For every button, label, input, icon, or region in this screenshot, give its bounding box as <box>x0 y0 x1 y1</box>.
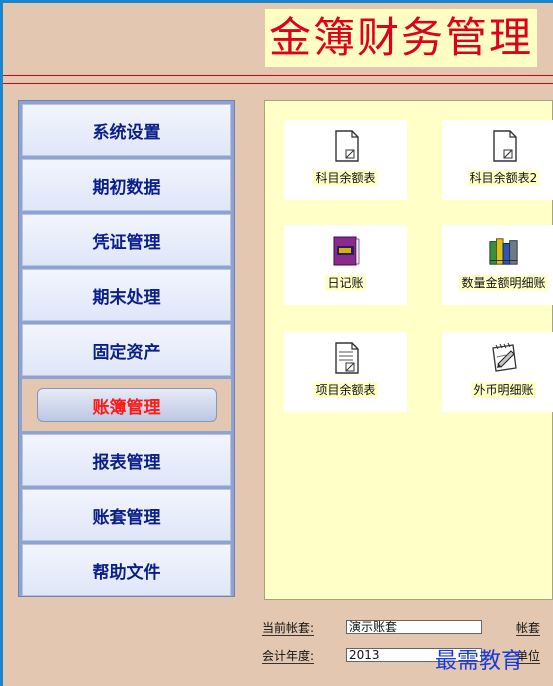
menu-item-fixed-assets[interactable]: 固定资产 <box>22 324 231 376</box>
tile-label: 科目余额表2 <box>467 170 540 186</box>
menu-item-help-files[interactable]: 帮助文件 <box>22 544 231 596</box>
menu-item-account-set-management[interactable]: 账套管理 <box>22 489 231 541</box>
menu-item-opening-data[interactable]: 期初数据 <box>22 159 231 211</box>
tile-quantity-amount-ledger[interactable]: 数量金额明细账 <box>442 225 553 305</box>
app-window: 金簿财务管理 系统设置 期初数据 凭证管理 期末处理 固定资产 账簿管理 报表管… <box>3 3 553 686</box>
tile-account-balance-2[interactable]: 科目余额表2 <box>442 120 553 200</box>
tile-label: 项目余额表 <box>313 382 378 398</box>
fiscal-year-label: 会计年度: <box>262 649 315 664</box>
tile-label: 外币明细账 <box>471 382 536 398</box>
notepad-pen-icon <box>488 342 520 374</box>
books-icon <box>488 235 520 267</box>
menu-item-voucher-management[interactable]: 凭证管理 <box>22 214 231 266</box>
app-title: 金簿财务管理 <box>265 9 538 67</box>
current-account-label: 当前帐套: <box>262 621 315 636</box>
tile-label: 科目余额表 <box>313 170 378 186</box>
tile-label: 数量金额明细账 <box>459 275 548 291</box>
tile-account-balance[interactable]: 科目余额表 <box>284 120 407 200</box>
menu-item-report-management[interactable]: 报表管理 <box>22 434 231 486</box>
document-icon <box>330 130 362 162</box>
title-divider-bottom <box>3 83 553 84</box>
tile-project-balance[interactable]: 项目余额表 <box>284 332 407 412</box>
account-set-label: 帐套 <box>516 621 541 636</box>
current-account-field: 演示账套 <box>346 620 482 634</box>
watermark-text: 最需教育 <box>435 649 524 674</box>
ledger-panel: 科目余额表 科目余额表2 日记账 数量金额明细账 项目余额表 外币明细账 <box>264 100 553 600</box>
menu-item-period-end[interactable]: 期末处理 <box>22 269 231 321</box>
tile-foreign-currency-ledger[interactable]: 外币明细账 <box>442 332 553 412</box>
menu-item-system-settings[interactable]: 系统设置 <box>22 104 231 156</box>
tile-label: 日记账 <box>325 275 366 291</box>
document-icon <box>488 130 520 162</box>
title-divider-top <box>3 75 553 76</box>
diary-book-icon <box>330 235 362 267</box>
menu-item-ledger-management[interactable]: 账簿管理 <box>22 379 231 431</box>
main-menu: 系统设置 期初数据 凭证管理 期末处理 固定资产 账簿管理 报表管理 账套管理 … <box>18 100 235 597</box>
lined-document-icon <box>330 342 362 374</box>
active-menu-button[interactable]: 账簿管理 <box>36 388 217 422</box>
tile-journal[interactable]: 日记账 <box>284 225 407 305</box>
